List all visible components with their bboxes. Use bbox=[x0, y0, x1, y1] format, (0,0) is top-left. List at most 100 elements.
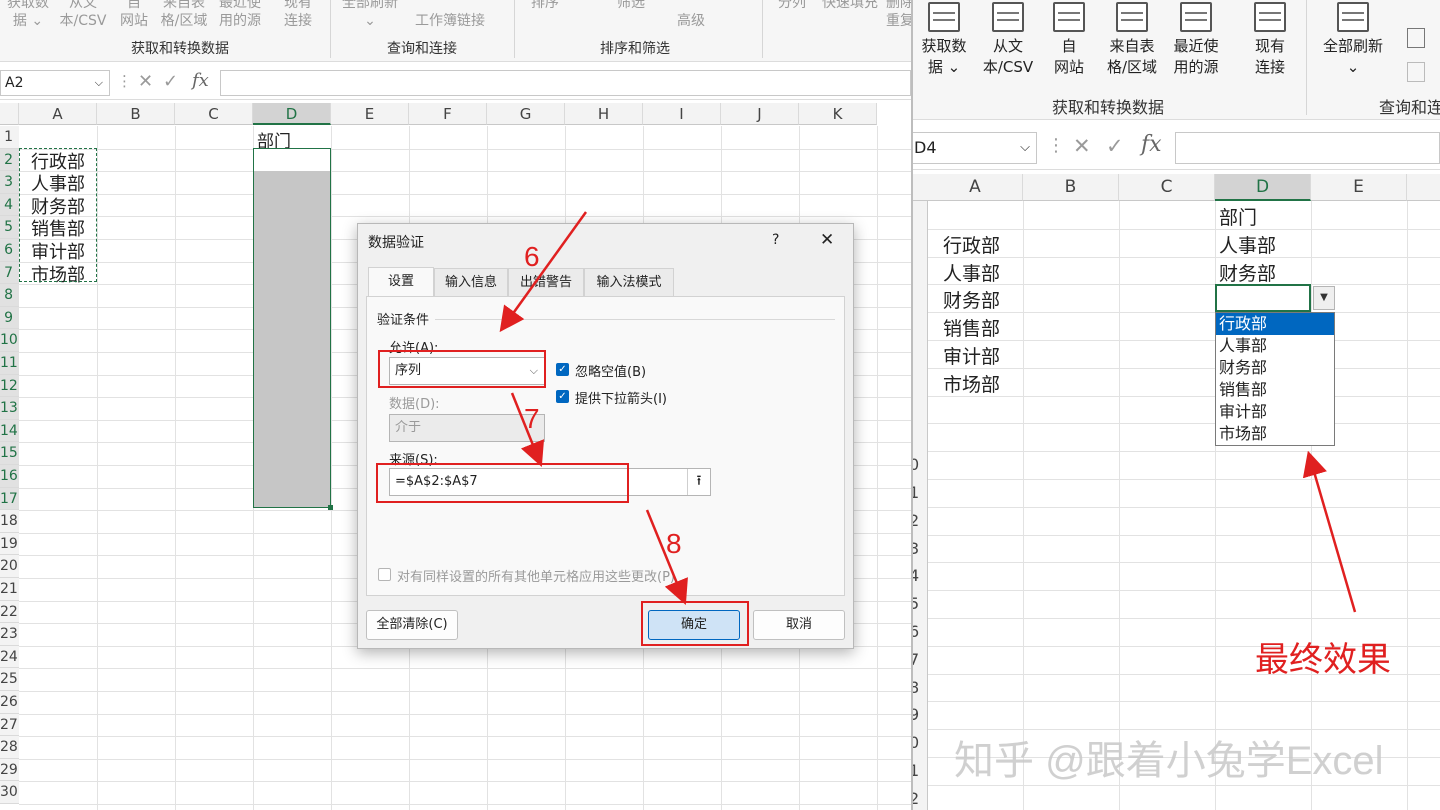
ribbon-button-11[interactable]: 分列 bbox=[770, 0, 814, 12]
chevron-down-icon[interactable]: ⌵ bbox=[530, 358, 538, 384]
col-header-b[interactable]: B bbox=[1023, 174, 1119, 201]
dropdown-item[interactable]: 财务部 bbox=[1216, 357, 1334, 379]
row-header-11[interactable]: 1 bbox=[913, 761, 919, 780]
corner-cell[interactable] bbox=[0, 103, 19, 125]
selected-range-d2-d17[interactable] bbox=[253, 148, 333, 510]
ribbon-button-3[interactable]: 来自表 格/区域 bbox=[1099, 36, 1165, 78]
row-header-18[interactable]: 18 bbox=[0, 510, 19, 533]
help-icon[interactable]: ? bbox=[772, 232, 779, 248]
col-header-k[interactable]: K bbox=[799, 103, 877, 125]
row-header-27[interactable]: 27 bbox=[0, 713, 19, 737]
row-header-25[interactable]: 25 bbox=[0, 668, 19, 691]
row-header-9[interactable]: 9 bbox=[0, 306, 19, 330]
ribbon-button-9[interactable]: 筛选 bbox=[606, 0, 656, 12]
row-header-30[interactable]: 30 bbox=[0, 781, 19, 804]
row-header-2[interactable]: 2 bbox=[0, 148, 19, 172]
row-header-12[interactable]: 12 bbox=[0, 374, 19, 398]
tab-input-message[interactable]: 输入信息 bbox=[434, 268, 508, 296]
dropdown-item[interactable]: 销售部 bbox=[1216, 379, 1334, 401]
collapse-dialog-button[interactable]: ⭱ bbox=[687, 469, 710, 495]
ribbon-button-6[interactable]: 全部刷新 ⌄ bbox=[1315, 36, 1391, 78]
ribbon-button-8[interactable]: 排序 bbox=[520, 0, 570, 12]
col-header-h[interactable]: H bbox=[565, 103, 643, 125]
row-header-21[interactable]: 21 bbox=[0, 578, 19, 601]
ribbon-button-2[interactable]: 自 网站 bbox=[1049, 36, 1089, 78]
ribbon-button-4[interactable]: 最近使 用的源 bbox=[212, 0, 268, 30]
row-header-3[interactable]: 3 bbox=[913, 539, 919, 558]
row-header-20[interactable]: 20 bbox=[0, 555, 19, 578]
row-header-1[interactable]: 1 bbox=[913, 483, 919, 502]
row-header-16[interactable]: 16 bbox=[0, 465, 19, 488]
row-header-10[interactable]: 10 bbox=[0, 329, 19, 352]
close-icon[interactable]: ✕ bbox=[820, 230, 834, 250]
cell-a3[interactable]: 人事部 bbox=[928, 259, 1000, 286]
ribbon-button-1[interactable]: 从文 本/CSV bbox=[56, 0, 110, 30]
fill-handle[interactable] bbox=[328, 505, 333, 510]
insert-function-icon[interactable]: fx bbox=[192, 70, 209, 91]
row-header-23[interactable]: 23 bbox=[0, 623, 19, 646]
row-header-7[interactable]: 7 bbox=[913, 650, 919, 669]
tab-error-alert[interactable]: 出错警告 bbox=[508, 268, 584, 296]
ribbon-button-7[interactable]: 工作簿链接 bbox=[400, 12, 500, 30]
col-header-f[interactable]: F bbox=[409, 103, 487, 125]
col-header-a[interactable]: A bbox=[928, 174, 1023, 201]
row-header-5[interactable]: 5 bbox=[0, 216, 19, 239]
more-options-icon[interactable]: ⋮ bbox=[1047, 135, 1065, 156]
col-header-c[interactable]: C bbox=[1119, 174, 1215, 201]
ribbon-button-5[interactable]: 现有 连接 bbox=[1243, 36, 1297, 78]
confirm-icon[interactable]: ✓ bbox=[163, 71, 178, 92]
ribbon-button-12[interactable]: 快速填充 bbox=[820, 0, 880, 12]
ribbon-button-0[interactable]: 获取数 据 ⌄ bbox=[2, 0, 54, 30]
row-header-12[interactable]: 2 bbox=[913, 789, 919, 808]
row-header-11[interactable]: 11 bbox=[0, 352, 19, 375]
row-header-7[interactable]: 7 bbox=[0, 261, 19, 285]
cell-a2[interactable]: 行政部 bbox=[928, 231, 1000, 258]
cancel-icon[interactable]: ✕ bbox=[138, 71, 153, 92]
cancel-icon[interactable]: ✕ bbox=[1073, 134, 1091, 158]
cell-d2[interactable]: 人事部 bbox=[1215, 231, 1276, 258]
row-header-8[interactable]: 8 bbox=[913, 678, 919, 697]
row-header-15[interactable]: 15 bbox=[0, 442, 19, 465]
row-header-5[interactable]: 5 bbox=[913, 594, 919, 613]
col-header-b[interactable]: B bbox=[97, 103, 175, 125]
row-header-22[interactable]: 22 bbox=[0, 600, 19, 624]
confirm-icon[interactable]: ✓ bbox=[1106, 134, 1124, 158]
dropdown-item[interactable]: 审计部 bbox=[1216, 401, 1334, 423]
col-header-d[interactable]: D bbox=[253, 103, 331, 125]
dropdown-arrow-checkbox[interactable]: ✓ bbox=[556, 390, 569, 403]
ignore-blank-checkbox[interactable]: ✓ bbox=[556, 363, 569, 376]
cell-d1[interactable]: 部门 bbox=[1215, 203, 1257, 230]
chevron-down-icon[interactable]: ⌵ bbox=[1020, 133, 1030, 163]
apply-all-checkbox[interactable] bbox=[378, 568, 391, 581]
ribbon-button-10[interactable]: 高级 bbox=[666, 12, 716, 30]
row-header-1[interactable]: 1 bbox=[0, 126, 19, 149]
ribbon-button-0[interactable]: 获取数 据 ⌄ bbox=[913, 36, 975, 78]
row-header-13[interactable]: 13 bbox=[0, 397, 19, 420]
row-header-9[interactable]: 9 bbox=[913, 705, 919, 724]
tab-ime-mode[interactable]: 输入法模式 bbox=[584, 268, 674, 296]
cancel-button[interactable]: 取消 bbox=[753, 610, 845, 640]
ok-button[interactable]: 确定 bbox=[648, 610, 740, 640]
row-header-26[interactable]: 26 bbox=[0, 691, 19, 714]
row-header-0[interactable]: 0 bbox=[913, 455, 919, 474]
source-input[interactable]: =$A$2:$A$7 bbox=[389, 468, 711, 496]
row-header-19[interactable]: 19 bbox=[0, 532, 19, 556]
ribbon-button-13[interactable]: 删除 重复 bbox=[880, 0, 911, 30]
row-header-14[interactable]: 14 bbox=[0, 419, 19, 443]
cell-a7[interactable]: 市场部 bbox=[928, 370, 1000, 397]
row-header-6[interactable]: 6 bbox=[913, 622, 919, 641]
tab-settings[interactable]: 设置 bbox=[368, 267, 434, 297]
row-header-3[interactable]: 3 bbox=[0, 171, 19, 194]
more-options-icon[interactable]: ⋮ bbox=[117, 72, 132, 90]
chevron-down-icon[interactable]: ⌵ bbox=[95, 71, 103, 95]
ribbon-button-1[interactable]: 从文 本/CSV bbox=[975, 36, 1041, 78]
ribbon-button-5[interactable]: 现有 连接 bbox=[272, 0, 324, 30]
ribbon-button-4[interactable]: 最近使 用的源 bbox=[1165, 36, 1227, 78]
col-header-e[interactable]: E bbox=[331, 103, 409, 125]
cell-a6[interactable]: 审计部 bbox=[928, 342, 1000, 369]
col-header-d[interactable]: D bbox=[1215, 174, 1311, 201]
dropdown-item[interactable]: 人事部 bbox=[1216, 335, 1334, 357]
cell-d3[interactable]: 财务部 bbox=[1215, 259, 1276, 286]
row-header-29[interactable]: 29 bbox=[0, 758, 19, 782]
row-header-4[interactable]: 4 bbox=[913, 566, 919, 585]
